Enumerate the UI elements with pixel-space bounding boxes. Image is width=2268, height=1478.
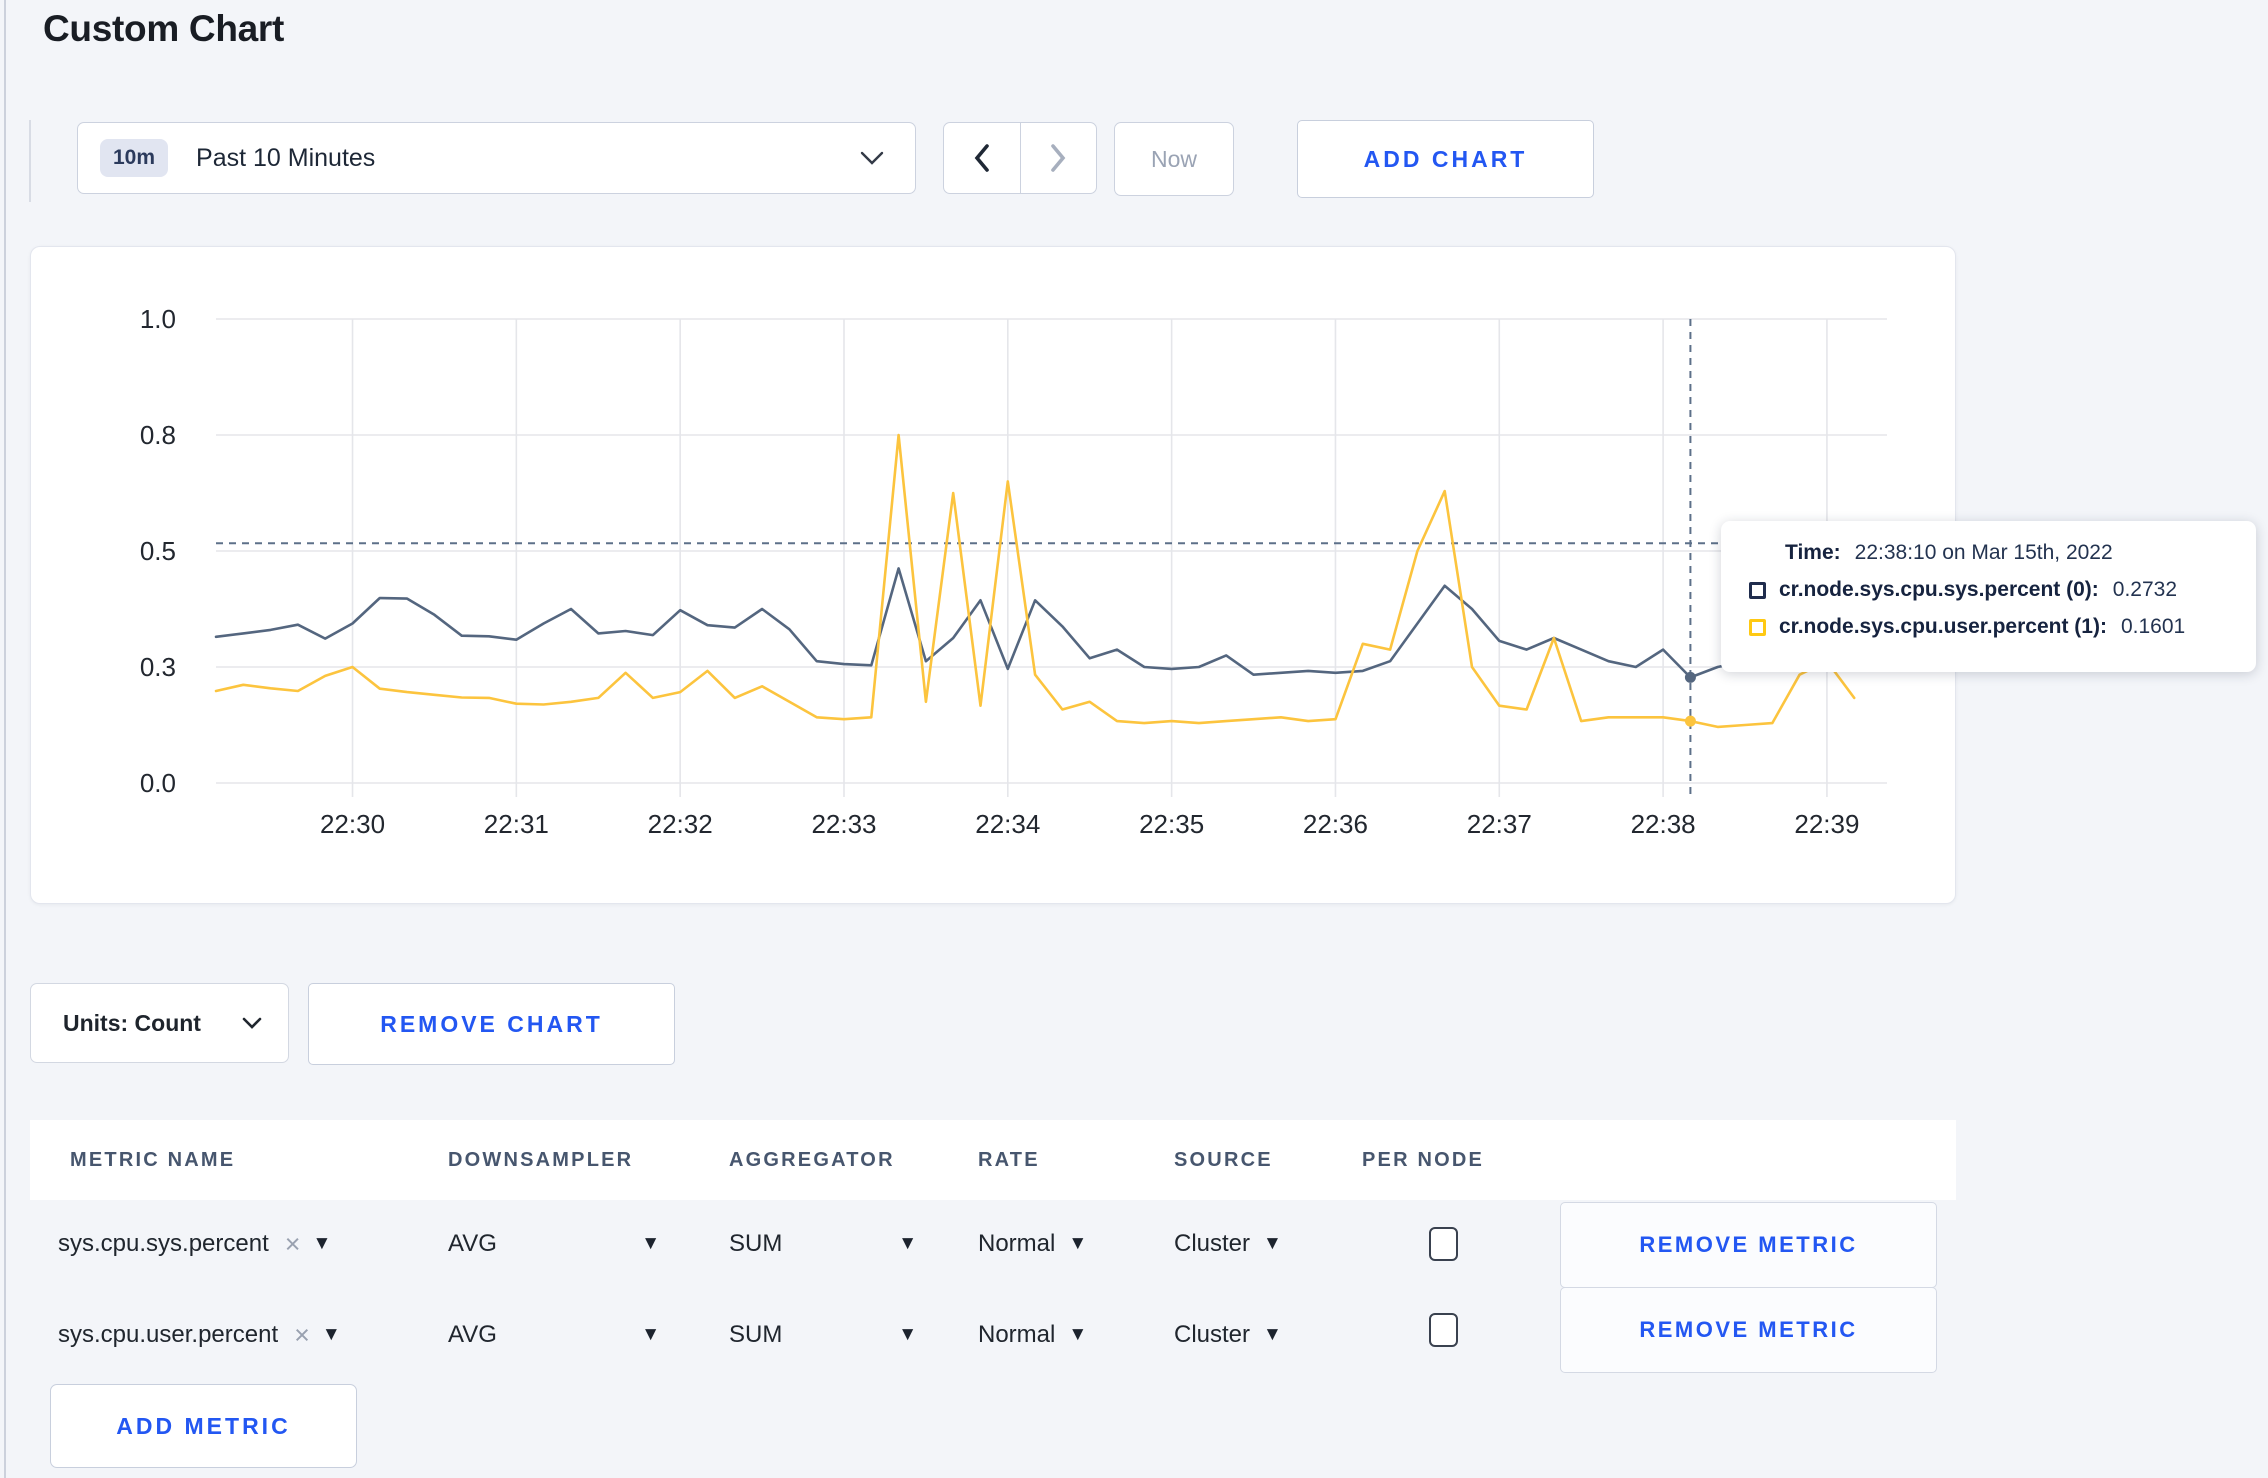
y-tick-label: 0.8 xyxy=(140,420,176,450)
chevron-right-icon xyxy=(1051,144,1066,172)
tooltip-time-label: Time: xyxy=(1785,541,1841,564)
page-left-edge xyxy=(4,0,6,1478)
now-button[interactable]: Now xyxy=(1114,122,1234,196)
col-header-metric-name: METRIC NAME xyxy=(70,1148,236,1171)
crosshair-dot xyxy=(1684,715,1696,727)
aggregator-value: SUM xyxy=(729,1230,783,1257)
dropdown-caret-icon: ▼ xyxy=(321,1324,341,1345)
clear-metric-x-icon[interactable]: × xyxy=(294,1320,310,1351)
dropdown-caret-icon: ▼ xyxy=(1263,1233,1282,1254)
units-select[interactable]: Units: Count xyxy=(30,983,289,1063)
x-tick-label: 22:32 xyxy=(648,809,713,839)
add-chart-button[interactable]: ADD CHART xyxy=(1297,120,1594,198)
source-value: Cluster xyxy=(1174,1230,1251,1257)
downsampler-select[interactable]: AVG ▼ xyxy=(448,1315,660,1355)
units-label: Units: Count xyxy=(63,1009,201,1036)
downsampler-value: AVG xyxy=(448,1321,497,1348)
per-node-checkbox[interactable] xyxy=(1429,1227,1458,1261)
source-select[interactable]: Cluster ▼ xyxy=(1174,1224,1282,1264)
downsampler-value: AVG xyxy=(448,1230,497,1257)
tooltip-time-row: Time: 22:38:10 on Mar 15th, 2022 xyxy=(1785,541,2256,565)
series-line-1 xyxy=(214,433,1856,729)
rate-select[interactable]: Normal ▼ xyxy=(978,1224,1087,1264)
series-swatch xyxy=(1749,618,1766,636)
x-tick-label: 22:34 xyxy=(975,809,1040,839)
remove-metric-button[interactable]: REMOVE METRIC xyxy=(1560,1202,1937,1288)
x-tick-label: 22:35 xyxy=(1139,809,1204,839)
x-tick-label: 22:33 xyxy=(811,809,876,839)
tooltip-series-label: cr.node.sys.cpu.sys.percent (0): xyxy=(1779,578,2099,601)
next-time-button[interactable] xyxy=(1019,123,1097,193)
chevron-down-icon xyxy=(860,151,884,165)
aggregator-select[interactable]: SUM ▼ xyxy=(729,1224,917,1264)
col-header-per-node: PER NODE xyxy=(1362,1148,1485,1171)
rate-value: Normal xyxy=(978,1230,1056,1257)
dropdown-caret-icon: ▼ xyxy=(641,1324,660,1345)
y-tick-label: 0.3 xyxy=(140,652,176,682)
dropdown-caret-icon: ▼ xyxy=(898,1324,917,1345)
source-select[interactable]: Cluster ▼ xyxy=(1174,1315,1282,1355)
custom-chart-page: Custom Chart 10m Past 10 Minutes Now ADD… xyxy=(0,0,2268,1478)
add-metric-button[interactable]: ADD METRIC xyxy=(50,1384,357,1468)
tooltip-series-value: 0.1601 xyxy=(2120,615,2186,638)
y-tick-label: 1.0 xyxy=(140,304,176,334)
metrics-table-header: METRIC NAME DOWNSAMPLER AGGREGATOR RATE … xyxy=(30,1120,1956,1200)
time-range-label: Past 10 Minutes xyxy=(196,143,376,172)
rate-select[interactable]: Normal ▼ xyxy=(978,1315,1087,1355)
tooltip-time-value: 22:38:10 on Mar 15th, 2022 xyxy=(1854,541,2113,564)
series-line-0 xyxy=(214,567,1856,679)
col-header-downsampler: DOWNSAMPLER xyxy=(448,1148,634,1171)
time-range-badge: 10m xyxy=(100,139,169,177)
per-node-checkbox[interactable] xyxy=(1429,1313,1458,1347)
dropdown-caret-icon: ▼ xyxy=(1068,1233,1088,1254)
y-tick-label: 0.5 xyxy=(140,536,176,566)
x-tick-label: 22:39 xyxy=(1794,809,1859,839)
dropdown-caret-icon: ▼ xyxy=(1263,1324,1282,1345)
tooltip-series-label: cr.node.sys.cpu.user.percent (1): xyxy=(1779,615,2107,638)
clear-metric-x-icon[interactable]: × xyxy=(285,1229,301,1260)
toolbar-divider xyxy=(29,120,31,202)
chart-tooltip: Time: 22:38:10 on Mar 15th, 2022 cr.node… xyxy=(1721,521,2256,672)
series-swatch xyxy=(1749,581,1766,599)
remove-metric-button[interactable]: REMOVE METRIC xyxy=(1560,1287,1937,1373)
dropdown-caret-icon: ▼ xyxy=(312,1233,332,1254)
aggregator-select[interactable]: SUM ▼ xyxy=(729,1315,917,1355)
tooltip-series-row: cr.node.sys.cpu.sys.percent (0): 0.2732 xyxy=(1749,578,2256,602)
y-tick-label: 0.0 xyxy=(140,768,176,798)
tooltip-series-row: cr.node.sys.cpu.user.percent (1): 0.1601 xyxy=(1749,615,2256,639)
aggregator-value: SUM xyxy=(729,1321,783,1348)
col-header-rate: RATE xyxy=(978,1148,1040,1171)
prev-time-button[interactable] xyxy=(944,123,1020,193)
x-tick-label: 22:36 xyxy=(1303,809,1368,839)
metric-name-select[interactable]: sys.cpu.user.percent × ▼ xyxy=(58,1315,341,1355)
x-tick-label: 22:30 xyxy=(320,809,385,839)
rate-value: Normal xyxy=(978,1321,1056,1348)
source-value: Cluster xyxy=(1174,1321,1251,1348)
metric-name-value: sys.cpu.user.percent xyxy=(58,1321,279,1348)
timeseries-chart[interactable]: 0.0 0.3 0.5 0.8 1.0 22:30 22:31 22:32 22:33 22:34… xyxy=(31,247,1954,902)
metric-name-select[interactable]: sys.cpu.sys.percent × ▼ xyxy=(58,1224,331,1264)
downsampler-select[interactable]: AVG ▼ xyxy=(448,1224,660,1264)
page-title: Custom Chart xyxy=(43,8,285,49)
x-tick-label: 22:38 xyxy=(1631,809,1696,839)
metric-name-value: sys.cpu.sys.percent xyxy=(58,1230,269,1257)
x-tick-label: 22:37 xyxy=(1467,809,1532,839)
time-range-select[interactable]: 10m Past 10 Minutes xyxy=(77,122,916,194)
remove-chart-button[interactable]: REMOVE CHART xyxy=(308,983,675,1065)
time-nav-buttons xyxy=(943,122,1097,194)
col-header-aggregator: AGGREGATOR xyxy=(729,1148,895,1171)
dropdown-caret-icon: ▼ xyxy=(898,1233,917,1254)
tooltip-series-value: 0.2732 xyxy=(2112,578,2178,601)
col-header-source: SOURCE xyxy=(1174,1148,1273,1171)
crosshair-dot xyxy=(1684,671,1696,683)
dropdown-caret-icon: ▼ xyxy=(1068,1324,1088,1345)
dropdown-caret-icon: ▼ xyxy=(641,1233,660,1254)
x-tick-label: 22:31 xyxy=(484,809,549,839)
chart-card: 0.0 0.3 0.5 0.8 1.0 22:30 22:31 22:32 22:33 22:34… xyxy=(30,246,1956,904)
chevron-down-icon xyxy=(242,1017,262,1029)
chevron-left-icon xyxy=(974,144,989,172)
